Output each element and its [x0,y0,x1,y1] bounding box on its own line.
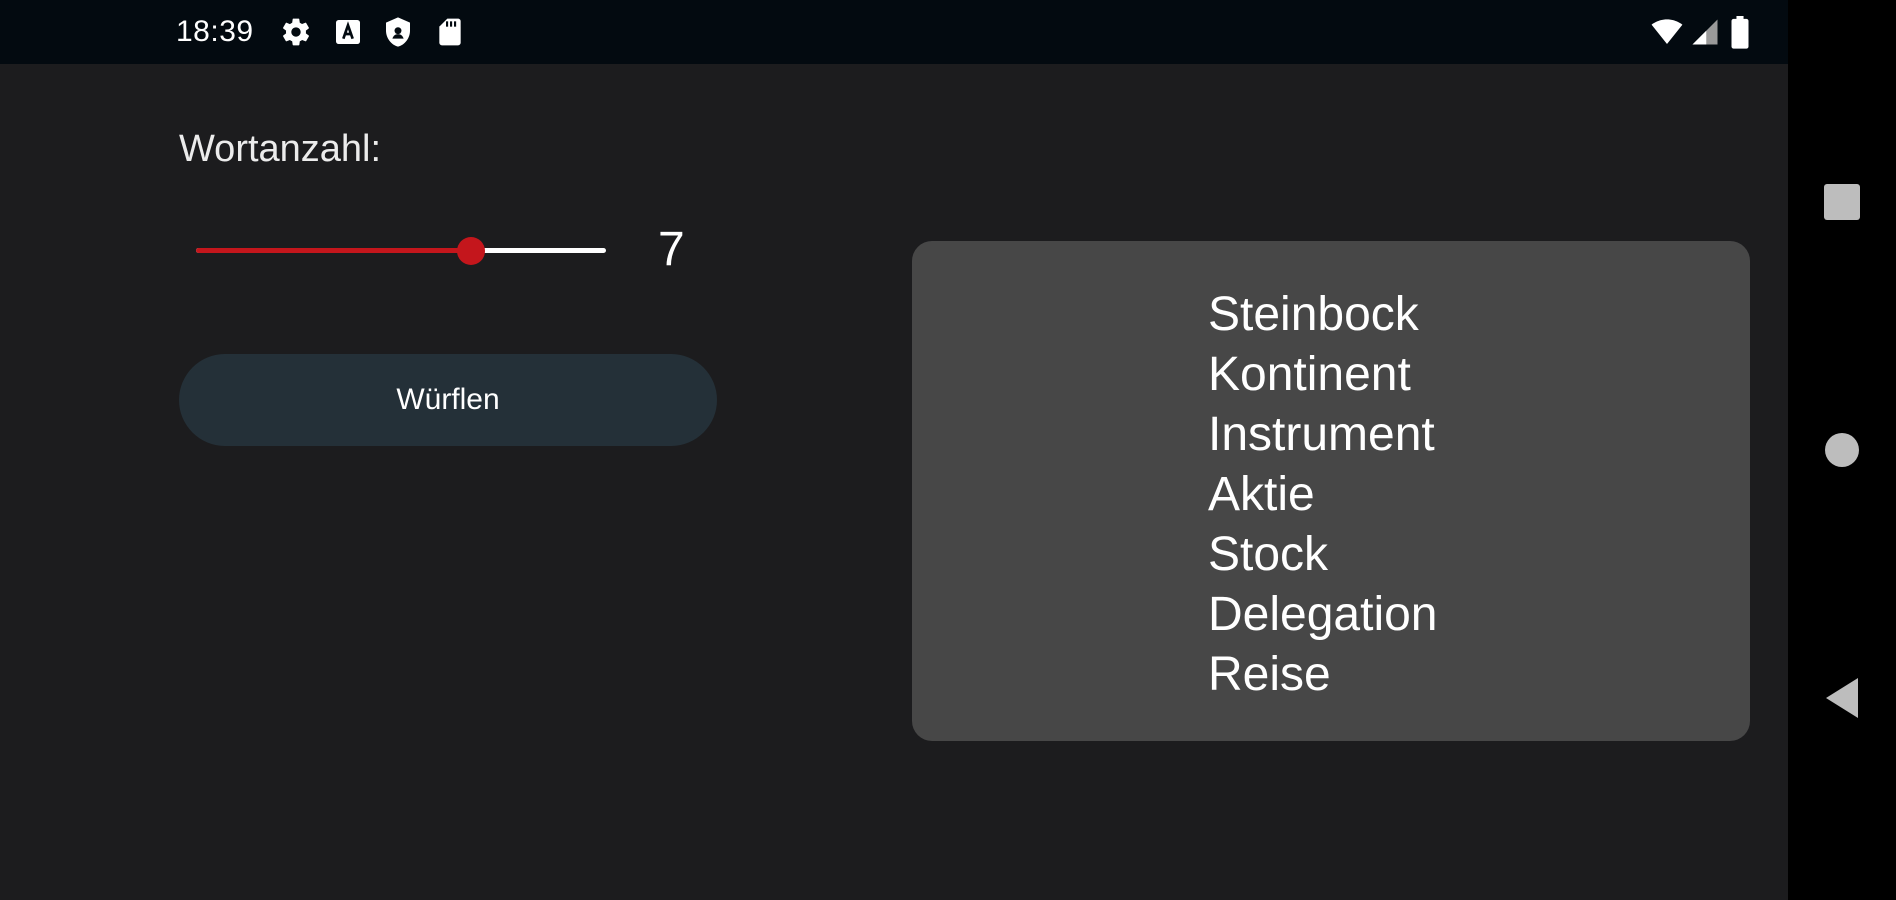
back-button[interactable] [1810,666,1874,730]
word-item: Aktie [1208,468,1315,521]
roll-button[interactable]: Würflen [179,354,717,446]
word-item: Stock [1208,528,1329,581]
back-triangle-icon [1826,678,1858,718]
a-notification-icon [332,16,364,48]
battery-icon [1728,16,1760,49]
word-item: Instrument [1208,408,1435,461]
sd-card-icon [434,16,466,48]
home-circle-icon [1825,433,1859,467]
word-list: Steinbock Kontinent Instrument Aktie Sto… [1208,285,1438,705]
home-button[interactable] [1810,418,1874,482]
word-item: Delegation [1208,588,1438,641]
status-bar: 18:39 [0,0,1788,64]
status-time: 18:39 [176,15,254,48]
navigation-bar [1788,0,1896,900]
shield-icon [382,16,414,48]
word-item: Steinbock [1208,288,1419,341]
app-screen: 18:39 Wortanzahl: 7 Würflen Steinbock Ko… [0,0,1896,900]
signal-icon [1690,16,1722,48]
word-result-panel: Steinbock Kontinent Instrument Aktie Sto… [912,241,1750,741]
word-count-label: Wortanzahl: [179,128,382,170]
recents-square-icon [1824,184,1860,220]
word-item: Kontinent [1208,348,1411,401]
word-count-slider[interactable] [196,226,606,276]
slider-track-active [196,248,471,253]
settings-icon [280,16,312,48]
recents-button[interactable] [1810,170,1874,234]
word-item: Reise [1208,648,1331,701]
slider-thumb[interactable] [457,237,485,265]
wifi-icon [1650,16,1683,48]
slider-value: 7 [658,223,685,276]
